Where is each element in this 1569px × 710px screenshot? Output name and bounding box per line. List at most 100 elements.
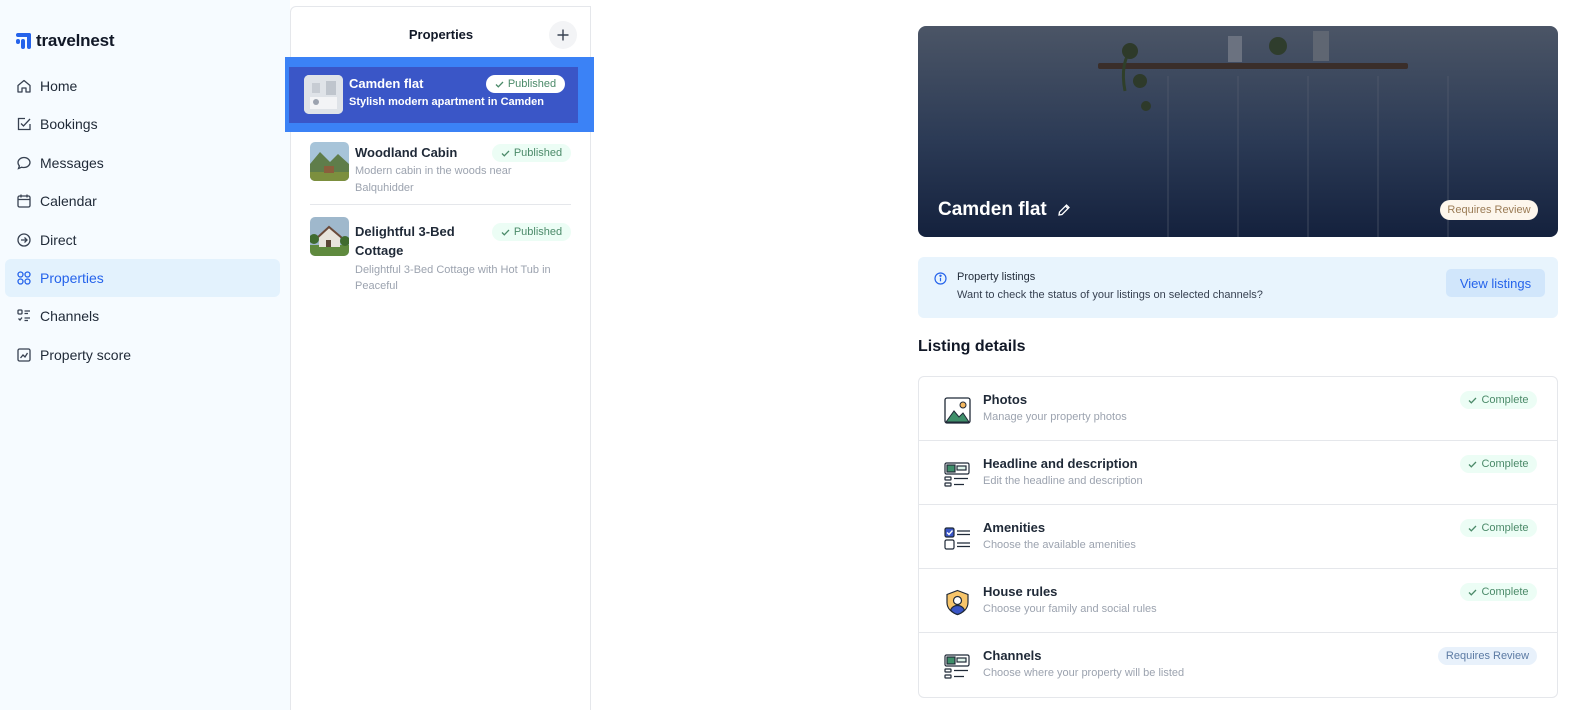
listing-details-list: Photos Manage your property photos Compl… xyxy=(918,376,1558,698)
row-subtitle: Choose where your property will be liste… xyxy=(983,667,1185,679)
hero-title: Camden flat xyxy=(938,199,1071,221)
chart-icon xyxy=(17,348,31,362)
check-icon xyxy=(1468,589,1477,596)
logo[interactable]: travelnest xyxy=(16,31,115,51)
sidebar-item-label: Calendar xyxy=(40,193,97,210)
row-subtitle: Choose the available amenities xyxy=(983,539,1136,551)
property-name-line2: Cottage xyxy=(355,243,404,258)
property-thumbnail xyxy=(310,217,349,256)
property-description: Stylish modern apartment in Camden xyxy=(349,96,544,108)
property-hero: Camden flat Requires Review xyxy=(918,26,1558,237)
sidebar-nav: Home Bookings Messages Calendar Direct P… xyxy=(5,67,280,374)
status-badge-label: Complete xyxy=(1481,586,1529,598)
property-item-camden-flat[interactable]: Camden flat Stylish modern apartment in … xyxy=(285,57,594,132)
check-icon xyxy=(501,229,510,236)
check-icon xyxy=(495,81,504,88)
info-title: Property listings xyxy=(957,271,1036,283)
sidebar-item-home[interactable]: Home xyxy=(5,67,280,105)
row-title: House rules xyxy=(983,584,1058,599)
sidebar-item-label: Property score xyxy=(40,346,132,363)
checkbox-icon xyxy=(17,118,31,131)
amenities-checklist-icon xyxy=(944,527,970,550)
headline-icon xyxy=(944,462,970,487)
check-icon xyxy=(501,150,510,157)
sidebar: travelnest Home Bookings Messages Calend… xyxy=(0,0,290,710)
property-description-line2: Peaceful xyxy=(355,280,398,292)
logo-text: travelnest xyxy=(36,31,115,50)
status-badge: Complete xyxy=(1460,519,1537,537)
property-description-line1: Modern cabin in the woods near xyxy=(355,165,512,177)
row-title: Photos xyxy=(983,392,1028,407)
sidebar-item-label: Direct xyxy=(40,231,77,248)
row-subtitle: Manage your property photos xyxy=(983,411,1127,423)
channels-icon xyxy=(944,654,970,679)
listing-row-headline[interactable]: Headline and description Edit the headli… xyxy=(919,441,1557,505)
house-rules-shield-icon xyxy=(946,589,969,616)
info-text: Want to check the status of your listing… xyxy=(957,289,1263,301)
selected-highlight: Camden flat Stylish modern apartment in … xyxy=(289,67,578,123)
status-badge: Complete xyxy=(1460,455,1537,473)
row-title: Headline and description xyxy=(983,456,1138,471)
listing-row-photos[interactable]: Photos Manage your property photos Compl… xyxy=(919,377,1557,441)
apartment-photo-icon xyxy=(304,75,343,114)
property-listings-info: Property listings Want to check the stat… xyxy=(918,257,1558,318)
view-listings-button[interactable]: View listings xyxy=(1446,269,1545,297)
status-badge: Published xyxy=(486,75,565,93)
sidebar-item-messages[interactable]: Messages xyxy=(5,144,280,182)
hero-title-text: Camden flat xyxy=(938,199,1047,220)
property-name-line1: Delightful 3-Bed xyxy=(355,224,455,239)
sidebar-item-properties[interactable]: Properties xyxy=(5,258,280,297)
properties-title: Properties xyxy=(408,27,474,42)
sidebar-item-label: Bookings xyxy=(40,116,98,133)
plus-icon xyxy=(557,29,569,41)
sidebar-item-label: Home xyxy=(40,78,78,94)
property-description-line2: Balquhidder xyxy=(355,182,414,194)
sidebar-item-label: Channels xyxy=(40,308,100,325)
sidebar-item-direct[interactable]: Direct xyxy=(5,221,280,259)
status-badge: Requires Review xyxy=(1440,200,1538,220)
property-name: Camden flat xyxy=(349,76,424,91)
status-badge: Published xyxy=(492,223,571,241)
add-property-button[interactable] xyxy=(549,21,577,49)
status-badge-label: Published xyxy=(513,147,563,159)
status-badge-label: Complete xyxy=(1481,522,1529,534)
listing-row-house-rules[interactable]: House rules Choose your family and socia… xyxy=(919,569,1557,633)
sidebar-item-bookings[interactable]: Bookings xyxy=(5,105,280,143)
status-badge: Complete xyxy=(1460,391,1537,409)
status-badge-label: Published xyxy=(513,226,563,238)
property-description-line1: Delightful 3-Bed Cottage with Hot Tub in xyxy=(355,264,551,276)
property-thumbnail xyxy=(310,142,349,181)
property-item-woodland-cabin[interactable]: Woodland Cabin Modern cabin in the woods… xyxy=(291,133,591,205)
travelnest-logo-icon xyxy=(16,33,31,49)
property-thumbnail xyxy=(304,75,343,114)
status-badge: Published xyxy=(492,144,571,162)
status-badge-label: Published xyxy=(507,78,557,90)
grid-icon xyxy=(17,271,31,285)
row-title: Amenities xyxy=(983,520,1046,535)
sidebar-item-channels[interactable]: Channels xyxy=(5,297,280,335)
property-name: Woodland Cabin xyxy=(355,145,458,160)
row-title: Channels xyxy=(983,648,1042,663)
pencil-icon[interactable] xyxy=(1057,203,1071,217)
info-icon xyxy=(934,272,947,285)
properties-panel: Properties Camden flat Stylish modern ap… xyxy=(285,6,594,710)
sidebar-item-label: Properties xyxy=(40,269,104,286)
property-item-delightful-cottage[interactable]: Delightful 3-Bed Cottage Delightful 3-Be… xyxy=(291,211,591,292)
status-badge-label: Complete xyxy=(1481,458,1529,470)
cottage-photo-icon xyxy=(310,217,349,256)
status-badge: Requires Review xyxy=(1438,647,1537,665)
photos-icon xyxy=(944,397,971,424)
calendar-icon xyxy=(17,194,31,208)
check-icon xyxy=(1468,461,1477,468)
listing-row-amenities[interactable]: Amenities Choose the available amenities… xyxy=(919,505,1557,569)
status-badge-label: Complete xyxy=(1481,394,1529,406)
arrow-circle-icon xyxy=(17,232,31,247)
row-subtitle: Edit the headline and description xyxy=(983,475,1143,487)
sidebar-item-property-score[interactable]: Property score xyxy=(5,336,280,374)
properties-header: Properties xyxy=(291,7,591,59)
status-badge: Complete xyxy=(1460,583,1537,601)
cabin-photo-icon xyxy=(310,142,349,181)
sidebar-item-calendar[interactable]: Calendar xyxy=(5,182,280,220)
listing-row-channels[interactable]: Channels Choose where your property will… xyxy=(919,633,1557,697)
divider xyxy=(310,204,571,205)
